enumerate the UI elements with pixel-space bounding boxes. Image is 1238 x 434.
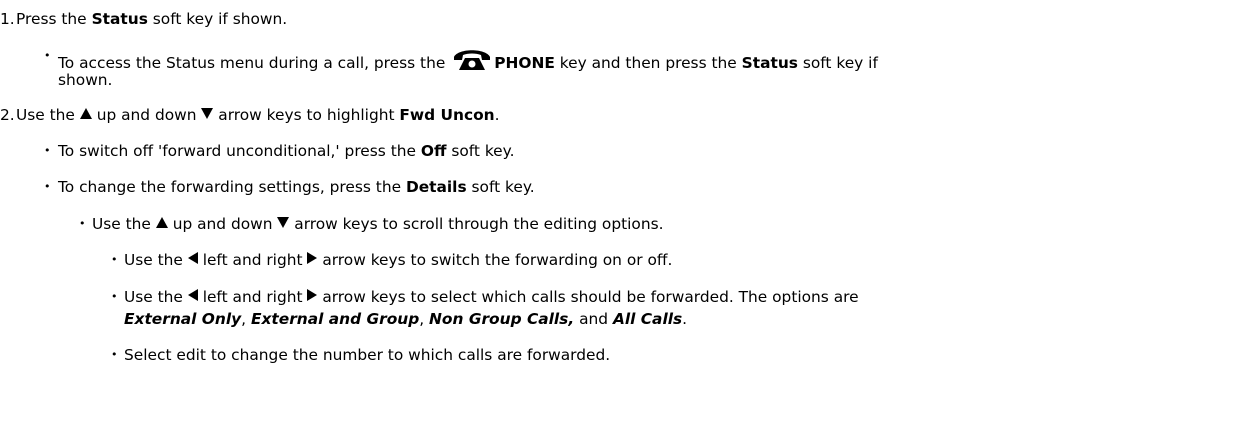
left-arrow-icon <box>187 252 198 264</box>
bullet: • <box>111 348 118 361</box>
up-arrow-icon <box>155 217 168 228</box>
option-external-only: External Only <box>124 310 242 328</box>
down-arrow-icon <box>277 217 290 228</box>
bullet-text-continued: shown. <box>58 71 113 89</box>
right-arrow-icon <box>307 289 318 301</box>
up-arrow-icon <box>79 108 92 119</box>
option-all-calls: All Calls <box>612 310 683 328</box>
left-arrow-icon <box>187 289 198 301</box>
fwd-uncon-label: Fwd Uncon <box>399 106 495 124</box>
option-non-group-calls: Non Group Calls, <box>429 310 575 328</box>
bullet: • <box>44 180 51 193</box>
bullet-text: To access the Status menu during a call,… <box>58 46 878 73</box>
bullet-text: Use the up and down arrow keys to scroll… <box>92 215 664 233</box>
step-number: 1. <box>0 10 15 28</box>
phone-key-label: PHONE <box>494 54 555 72</box>
bullet-text: To switch off 'forward unconditional,' p… <box>58 142 515 160</box>
phone-icon <box>452 46 492 72</box>
step-number: 2. <box>0 106 15 124</box>
bullet: • <box>44 49 51 62</box>
down-arrow-icon <box>201 108 214 119</box>
bullet: • <box>44 144 51 157</box>
bullet-text: To change the forwarding settings, press… <box>58 178 535 196</box>
step-text: Use the up and down arrow keys to highli… <box>16 106 500 124</box>
status-softkey-label: Status <box>741 54 798 72</box>
right-arrow-icon <box>307 252 318 264</box>
details-softkey-label: Details <box>405 178 467 196</box>
options-line: External Only, External and Group, Non G… <box>124 310 688 328</box>
status-softkey-label: Status <box>91 10 148 28</box>
bullet: • <box>79 217 86 230</box>
step-text: Press the Status soft key if shown. <box>16 10 288 28</box>
bullet-text: Select edit to change the number to whic… <box>124 346 611 364</box>
option-external-and-group: External and Group <box>250 310 420 328</box>
bullet: • <box>111 253 118 266</box>
bullet: • <box>111 290 118 303</box>
bullet-text: Use the left and right arrow keys to sel… <box>124 288 859 306</box>
help-page: { "step1": { "number": "1.", "text_a": "… <box>0 0 1238 434</box>
bullet-text: Use the left and right arrow keys to swi… <box>124 251 673 269</box>
off-softkey-label: Off <box>420 142 447 160</box>
